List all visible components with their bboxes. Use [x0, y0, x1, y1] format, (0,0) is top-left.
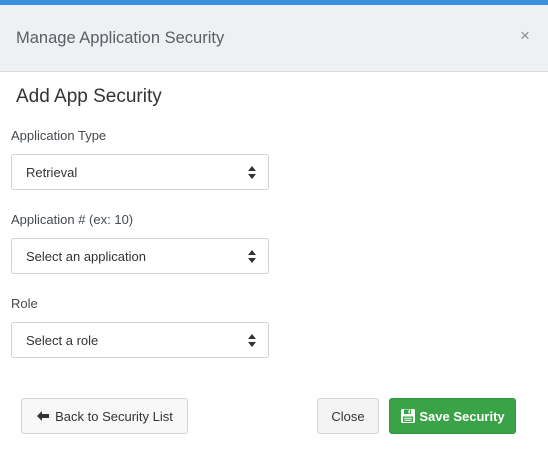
role-value: Select a role [26, 333, 99, 348]
floppy-disk-icon [400, 408, 416, 424]
back-to-security-list-button[interactable]: Back to Security List [21, 398, 188, 434]
select-arrows-icon [248, 250, 256, 263]
save-button-label: Save Security [419, 408, 505, 424]
close-icon[interactable]: × [518, 27, 532, 45]
application-type-label: Application Type [11, 128, 107, 143]
select-arrows-icon [248, 334, 256, 347]
application-type-value: Retrieval [26, 165, 78, 180]
select-arrows-icon [248, 166, 256, 179]
close-button[interactable]: Close [317, 398, 379, 434]
save-security-button[interactable]: Save Security [389, 398, 516, 434]
modal-title: Manage Application Security [16, 29, 225, 47]
arrow-left-icon [36, 409, 50, 423]
modal-header: Manage Application Security × [0, 5, 548, 72]
role-label: Role [11, 296, 38, 311]
section-title: Add App Security [16, 86, 162, 107]
back-button-label: Back to Security List [55, 408, 173, 424]
role-select[interactable]: Select a role [11, 322, 269, 358]
application-type-select[interactable]: Retrieval [11, 154, 269, 190]
application-number-select[interactable]: Select an application [11, 238, 269, 274]
application-number-label: Application # (ex: 10) [11, 212, 134, 227]
close-button-label: Close [331, 408, 365, 424]
application-number-value: Select an application [26, 249, 146, 264]
